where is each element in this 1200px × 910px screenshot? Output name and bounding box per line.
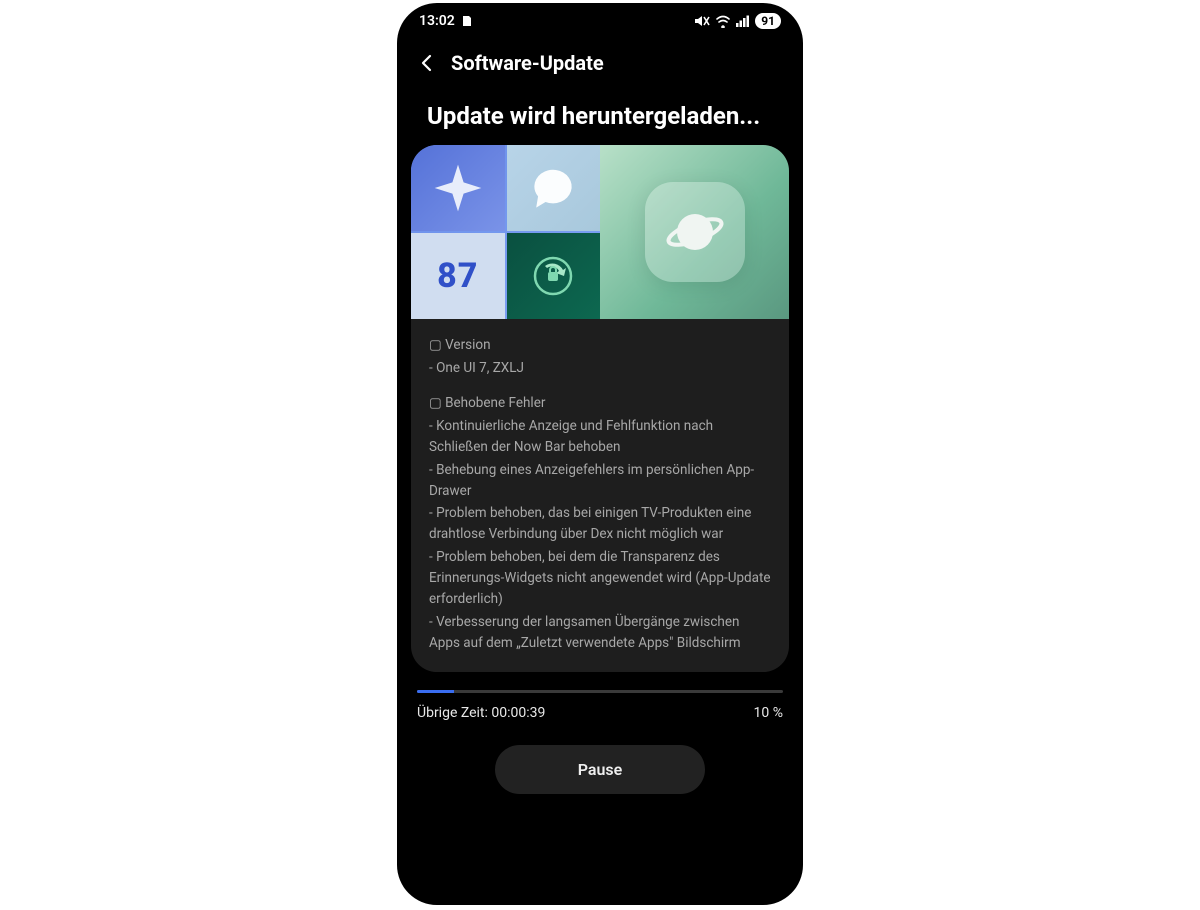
page-header: Software-Update [397, 33, 803, 83]
signal-icon [736, 15, 750, 27]
status-time: 13:02 [419, 13, 455, 29]
update-card: 87 ▢ [411, 145, 789, 672]
fix-item: - Behebung eines Anzeigefehlers im persö… [429, 460, 771, 502]
pause-button[interactable]: Pause [495, 745, 705, 794]
calendar-number: 87 [437, 256, 478, 296]
chat-tile [507, 145, 601, 231]
fix-item: - Problem behoben, bei dem die Transpare… [429, 547, 771, 610]
notification-icon [461, 15, 473, 27]
sync-lock-icon [531, 254, 575, 298]
progress-percent: 10 % [754, 705, 783, 721]
planet-icon [665, 202, 725, 262]
progress-fill [417, 690, 454, 693]
mute-icon [694, 14, 710, 28]
chat-bubble-icon [525, 160, 581, 216]
browser-app-icon [645, 182, 745, 282]
wifi-icon [715, 14, 731, 28]
fix-item: - Problem behoben, das bei einigen TV-Pr… [429, 503, 771, 545]
status-bar: 13:02 91 [397, 3, 803, 33]
download-status-heading: Update wird heruntergeladen... [397, 83, 803, 145]
page-title: Software-Update [451, 51, 604, 75]
version-line: - One UI 7, ZXLJ [429, 358, 771, 379]
version-header: ▢ Version [429, 335, 771, 356]
phone-frame: 13:02 91 Software-Update Update wird her… [397, 3, 803, 905]
update-banner: 87 [411, 145, 789, 319]
star-tile [411, 145, 505, 231]
sparkle-icon [430, 160, 486, 216]
sync-tile [507, 233, 601, 319]
progress-section [397, 672, 803, 693]
banner-right [600, 145, 789, 319]
fixes-header: ▢ Behobene Fehler [429, 393, 771, 414]
fix-item: - Verbesserung der langsamen Übergänge z… [429, 612, 771, 654]
release-notes[interactable]: ▢ Version - One UI 7, ZXLJ ▢ Behobene Fe… [411, 319, 789, 672]
calendar-tile: 87 [411, 233, 505, 319]
battery-indicator: 91 [755, 13, 781, 29]
back-icon[interactable] [417, 53, 437, 73]
fix-item: - Kontinuierliche Anzeige und Fehlfunkti… [429, 416, 771, 458]
progress-bar [417, 690, 783, 693]
time-remaining: Übrige Zeit: 00:00:39 [417, 705, 545, 721]
progress-row: Übrige Zeit: 00:00:39 10 % [397, 693, 803, 721]
